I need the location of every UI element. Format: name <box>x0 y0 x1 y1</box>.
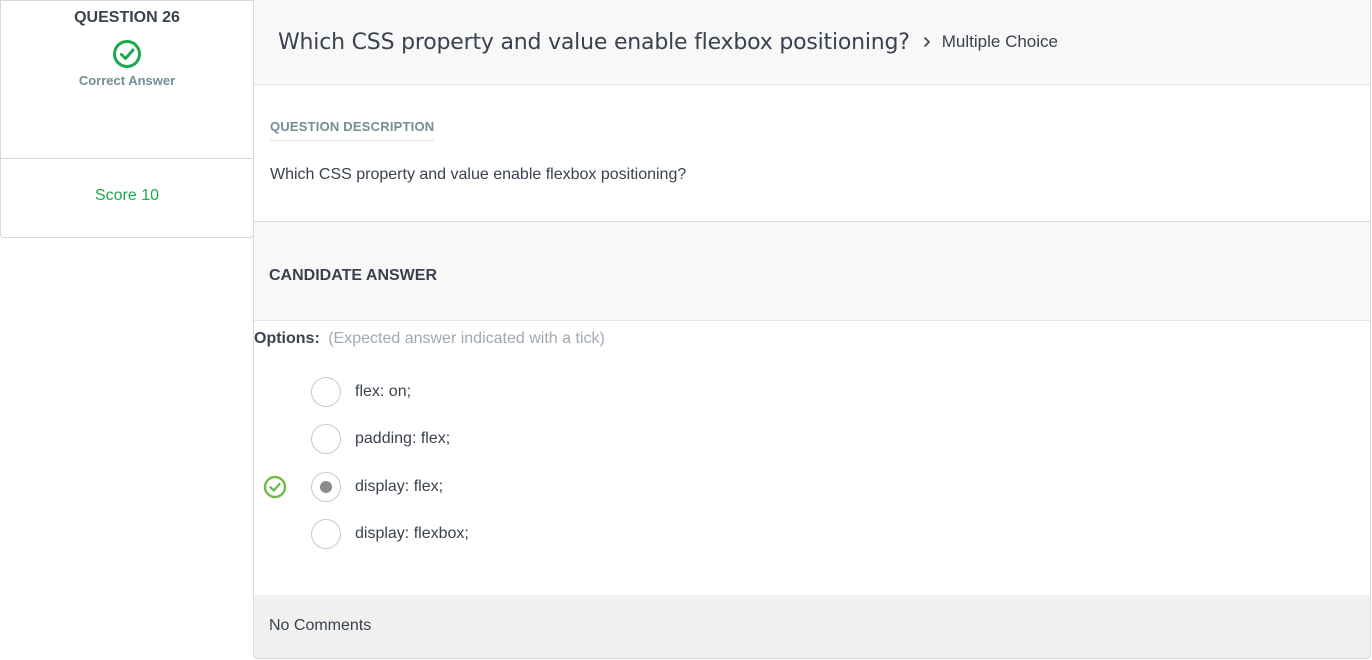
question-title: Which CSS property and value enable flex… <box>278 29 910 55</box>
option-list: flex: on; padding: flex; display: flex; … <box>254 371 1370 594</box>
radio-dot <box>320 481 332 493</box>
radio-button[interactable] <box>311 424 341 454</box>
option-item: flex: on; <box>254 376 411 408</box>
tick-slot <box>254 423 311 455</box>
question-description: QUESTION DESCRIPTION Which CSS property … <box>254 85 1370 222</box>
tick-slot <box>254 376 311 408</box>
question-title-bar: Which CSS property and value enable flex… <box>254 0 1370 85</box>
question-status-label: Correct Answer <box>78 73 176 88</box>
candidate-answer-header: CANDIDATE ANSWER <box>254 222 1370 321</box>
question-number: QUESTION 26 <box>74 9 180 26</box>
question-summary-card: QUESTION 26 Correct Answer Score 10 <box>0 0 254 238</box>
check-circle-icon <box>113 40 141 68</box>
question-detail-card: Which CSS property and value enable flex… <box>253 0 1371 659</box>
radio-button-selected[interactable] <box>311 472 341 502</box>
radio-button[interactable] <box>311 377 341 407</box>
option-text: display: flex; <box>355 478 444 495</box>
chevron-right-icon <box>923 37 930 47</box>
option-text: display: flexbox; <box>355 525 469 542</box>
check-circle-icon <box>263 475 287 499</box>
option-item-selected: display: flex; <box>254 471 443 503</box>
option-text: padding: flex; <box>355 430 451 447</box>
comments-section: No Comments <box>254 595 1370 658</box>
options-caption: Options: (Expected answer indicated with… <box>254 321 1370 371</box>
question-score: Score 10 <box>94 187 160 204</box>
description-text: Which CSS property and value enable flex… <box>270 166 687 183</box>
tick-slot <box>254 471 311 503</box>
question-summary-header: QUESTION 26 Correct Answer <box>1 1 253 159</box>
tick-slot <box>254 518 311 550</box>
option-item: display: flexbox; <box>254 518 469 550</box>
candidate-answer-heading: CANDIDATE ANSWER <box>269 267 437 284</box>
option-item: padding: flex; <box>254 423 450 455</box>
option-text: flex: on; <box>355 383 412 400</box>
question-type: Multiple Choice <box>941 32 1058 51</box>
options-label: Options: <box>254 330 320 347</box>
comments-text: No Comments <box>269 617 372 634</box>
description-label: QUESTION DESCRIPTION <box>270 119 435 141</box>
options-hint: (Expected answer indicated with a tick) <box>328 330 605 347</box>
radio-button[interactable] <box>311 519 341 549</box>
